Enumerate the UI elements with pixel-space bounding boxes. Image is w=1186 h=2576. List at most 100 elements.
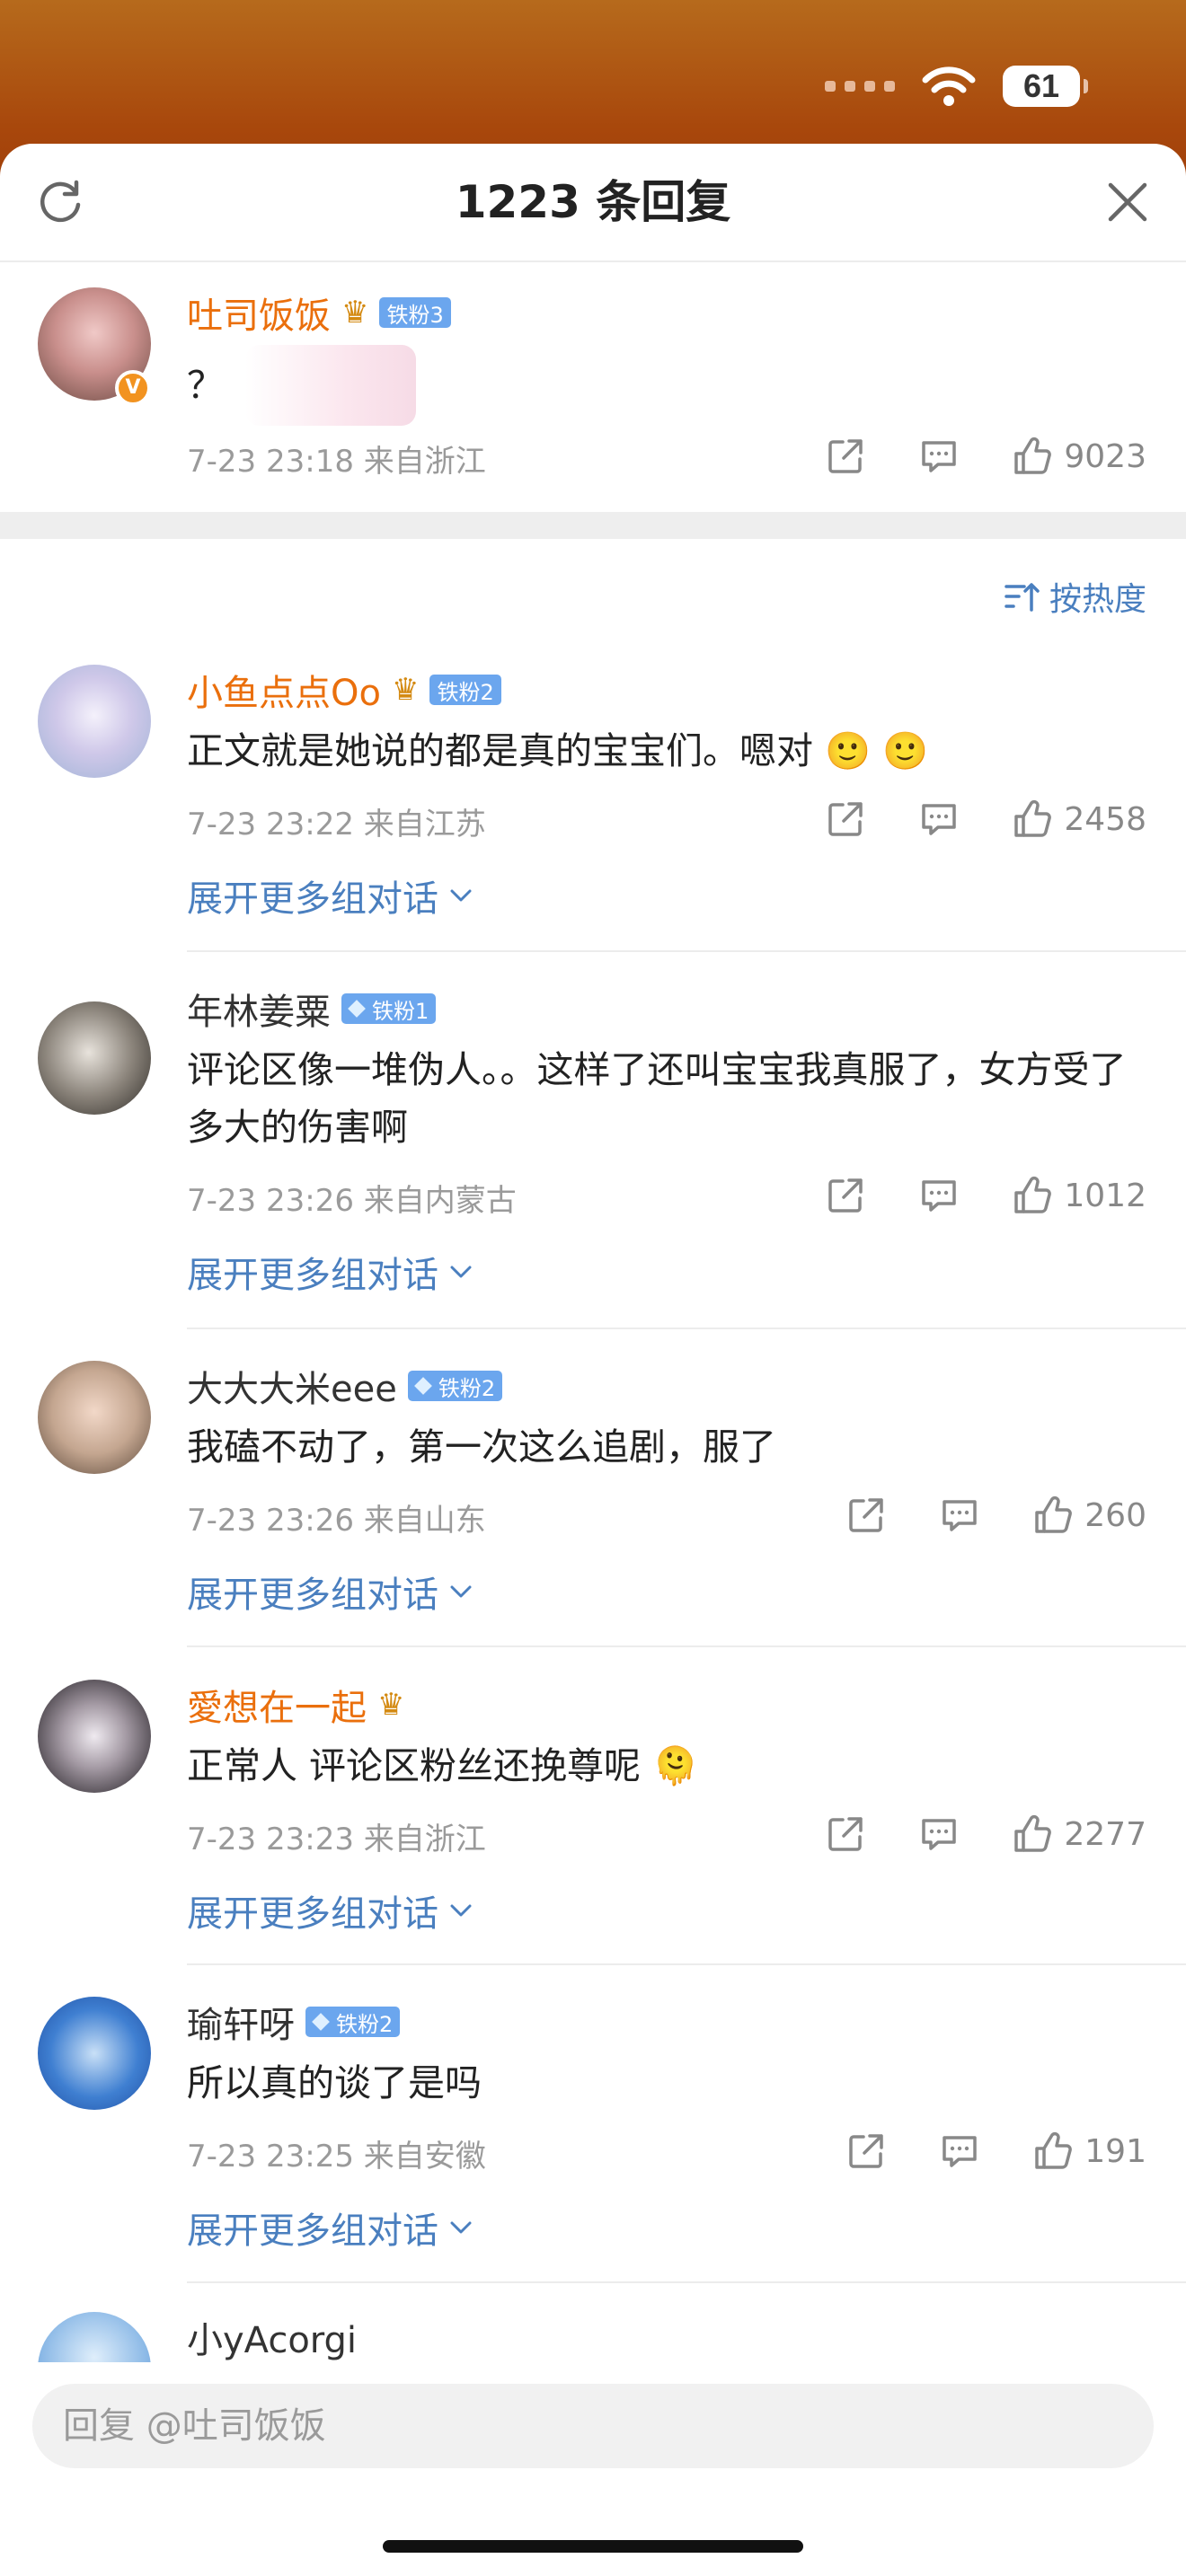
home-indicator[interactable] [383,2540,803,2553]
chevron-down-icon [450,2221,472,2234]
comment-icon [943,1500,978,1531]
fan-badge: 铁粉2 [305,2007,401,2037]
share-button[interactable] [845,1495,887,1536]
diamond-icon [312,2013,330,2031]
share-button[interactable] [825,798,866,840]
expand-label: 展开更多组对话 [187,878,438,920]
like-count: 191 [1084,2132,1146,2170]
fan-badge-label: 铁粉1 [372,998,429,1024]
expand-label: 展开更多组对话 [187,1255,438,1296]
fan-badge: 铁粉1 [341,993,437,1024]
timestamp: 7-23 23:18 来自浙江 [187,444,486,480]
expand-conversation-link[interactable]: 展开更多组对话 [187,1566,1146,1618]
like-icon [1035,2131,1073,2169]
like-count: 9023 [1064,437,1146,475]
username[interactable]: 愛想在一起 [187,1679,367,1731]
battery-indicator: 61 [1003,66,1088,107]
comment-text-row: ？ [187,345,1146,426]
fan-badge: 铁粉2 [407,1371,503,1401]
comment-button[interactable] [939,1495,980,1536]
like-icon [1014,1814,1052,1852]
avatar[interactable] [38,1361,151,1474]
avatar[interactable] [38,665,151,778]
username[interactable]: 瑜轩呀 [187,1996,295,2048]
share-icon [828,802,863,836]
comment-button[interactable] [918,1813,960,1855]
comment-actions: 191 [845,2124,1146,2178]
share-icon [828,1178,863,1213]
comment-text: ？ [187,364,224,407]
like-button[interactable]: 2277 [1012,1813,1146,1855]
comment-icon [922,1819,957,1850]
like-icon [1035,1495,1073,1533]
signal-dots [825,81,895,92]
expand-conversation-link[interactable]: 展开更多组对话 [187,1246,1146,1298]
username[interactable]: 小鱼点点Oo [187,664,381,716]
divider [187,1963,1186,1965]
comment-text: 我磕不动了，第一次这么追剧，服了 [187,1425,776,1469]
like-button[interactable]: 191 [1032,2130,1146,2172]
like-button[interactable]: 9023 [1012,436,1146,477]
avatar[interactable] [38,1997,151,2110]
fan-badge-label: 铁粉2 [336,2011,394,2037]
close-icon[interactable] [1105,180,1150,225]
like-button[interactable]: 260 [1032,1495,1146,1536]
comment-meta: 7-23 23:25 来自安徽 191 [187,2124,1146,2178]
comment-header: 吐司饭饭 ♛ 铁粉3 [187,287,1146,338]
like-button[interactable]: 2458 [1012,798,1146,840]
divider [187,1645,1186,1647]
share-button[interactable] [825,1175,866,1216]
avatar[interactable] [38,1680,151,1793]
section-divider [0,512,1186,539]
comment-header: 瑜轩呀 铁粉2 [187,1997,1146,2047]
comment-text: 正常人 评论区粉丝还挽尊呢 🫠 [187,1744,699,1787]
like-count: 260 [1084,1496,1146,1534]
replies-sheet: 1223 条回复 V 吐司饭饭 ♛ 铁粉3 ？ 7-23 23:18 来自浙江 [0,144,1186,2576]
comment-button[interactable] [918,1175,960,1216]
expand-conversation-link[interactable]: 展开更多组对话 [187,869,1146,922]
username[interactable]: 小yAcorgi [187,2311,357,2363]
sheet-header: 1223 条回复 [0,144,1186,262]
like-count: 1012 [1064,1177,1146,1214]
comment-meta: 7-23 23:23 来自浙江 2277 [187,1807,1146,1861]
share-button[interactable] [825,1813,866,1855]
chevron-down-icon [450,1585,472,1598]
timestamp: 7-23 23:23 来自浙江 [187,1822,486,1857]
timestamp: 7-23 23:25 来自安徽 [187,2139,486,2175]
avatar[interactable] [38,1001,151,1115]
comment-icon [943,2136,978,2167]
username[interactable]: 年林姜粟 [187,983,331,1035]
share-button[interactable] [825,436,866,477]
chevron-down-icon [450,889,472,902]
sort-button[interactable]: 按热度 [1003,573,1146,620]
share-icon [849,2134,884,2168]
username[interactable]: 吐司饭饭 [187,287,331,339]
share-button[interactable] [845,2130,887,2172]
reply-footer [0,2362,1186,2576]
sticker-image[interactable] [245,345,416,426]
comment-icon [922,804,957,835]
sort-icon [1005,583,1040,612]
expand-conversation-link[interactable]: 展开更多组对话 [187,2201,1146,2254]
expand-conversation-link[interactable]: 展开更多组对话 [187,1884,1146,1936]
comment-button[interactable] [918,436,960,477]
battery-level: 61 [1022,67,1060,104]
comment-button[interactable] [939,2130,980,2172]
like-count: 2458 [1064,800,1146,838]
comment-meta: 7-23 23:18 来自浙江 9023 [187,429,1146,483]
diamond-icon [413,1377,432,1395]
reply-input[interactable] [32,2384,1154,2468]
comment-icon [922,441,957,472]
root-comment: V 吐司饭饭 ♛ 铁粉3 ？ 7-23 23:18 来自浙江 9023 [0,287,1186,494]
like-button[interactable]: 1012 [1012,1175,1146,1216]
crown-icon: ♛ [377,1687,405,1723]
divider [187,2281,1186,2283]
share-icon [849,1498,884,1532]
fan-badge-label: 铁粉2 [437,679,494,705]
username[interactable]: 大大大米eee [187,1360,397,1412]
expand-label: 展开更多组对话 [187,2210,438,2252]
comment-button[interactable] [918,798,960,840]
comment-meta: 7-23 23:22 来自江苏 2458 [187,792,1146,846]
crown-icon: ♛ [341,295,369,331]
expand-label: 展开更多组对话 [187,1575,438,1616]
